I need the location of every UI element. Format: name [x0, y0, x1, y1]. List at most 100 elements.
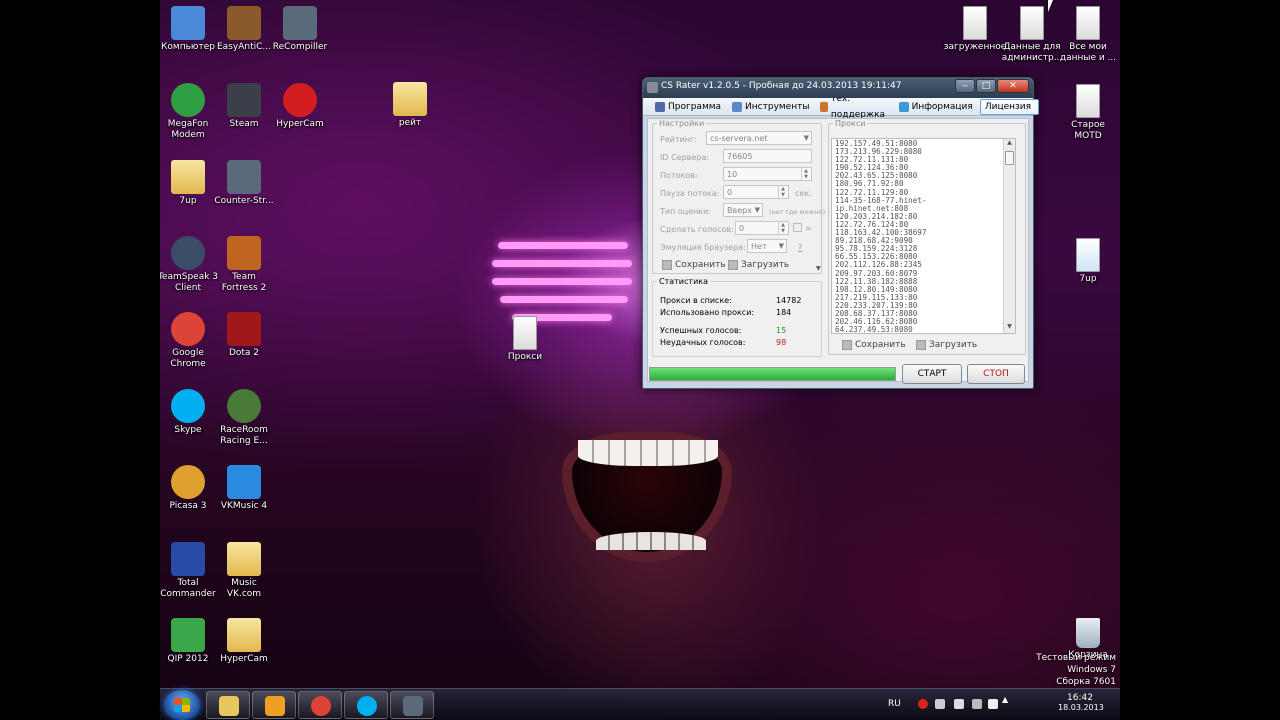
collapse-arrow-icon[interactable]: ▼ [816, 265, 821, 272]
taskbar-skype[interactable] [344, 691, 388, 719]
stat-success-value: 15 [776, 326, 787, 335]
network-icon[interactable] [954, 699, 964, 709]
media-player-icon [265, 696, 285, 716]
qip-icon [171, 618, 205, 652]
desktop-icon-counter-strike-7[interactable]: Counter-Str... [212, 160, 276, 207]
desktop-icon-counter-strike-2[interactable]: ReCompiller [268, 6, 332, 53]
document-icon [963, 6, 987, 40]
steam-icon [227, 83, 261, 117]
proxy-list-item[interactable]: 64.237.49.53:8080 [835, 326, 1012, 333]
clock[interactable]: 16:42 18.03.2013 [1058, 693, 1104, 712]
wallpaper-teeth-top [578, 440, 718, 466]
desktop-icon-vkmusic-15[interactable]: VKMusic 4 [212, 465, 276, 512]
desktop-icon-folder-17[interactable]: Music VK.com [212, 542, 276, 600]
pause-label: Пауза потока: [660, 189, 720, 198]
close-button[interactable]: ✕ [997, 79, 1029, 93]
window-titlebar[interactable]: CS Rater v1.2.0.5 - Пробная до 24.03.201… [643, 78, 1033, 98]
proxy-load-button[interactable]: Загрузить [916, 340, 977, 350]
settings-load-button[interactable]: Загрузить [728, 260, 789, 270]
desktop-icon-old-motd[interactable]: Старое MOTD [1056, 84, 1120, 142]
desktop-icon-hypercam-5[interactable]: HyperCam [268, 83, 332, 130]
taskbar-counter-strike[interactable] [390, 691, 434, 719]
threads-stepper[interactable]: 10 ▲ ▼ [723, 167, 812, 181]
emulation-select[interactable]: Нет ▼ [747, 239, 787, 253]
desktop-icon-7up-file[interactable]: 7up [1056, 238, 1120, 285]
emulation-help-link[interactable]: ? [798, 243, 802, 252]
desktop-icon-tf2-9[interactable]: Team Fortress 2 [212, 236, 276, 294]
volume-icon[interactable] [988, 699, 998, 709]
infinite-votes-checkbox[interactable] [793, 223, 802, 232]
desktop-icon-teamspeak-8[interactable]: TeamSpeak 3 Client [160, 236, 220, 294]
desktop-icon-qip-18[interactable]: QIP 2012 [160, 618, 220, 665]
start-button[interactable]: СТАРТ [902, 364, 962, 384]
menu-support[interactable]: Тех. поддержка [816, 94, 894, 120]
taskbar-explorer[interactable] [206, 691, 250, 719]
desktop-icon-dota2-11[interactable]: Dota 2 [212, 312, 276, 359]
chrome-icon [171, 312, 205, 346]
program-icon [655, 101, 665, 112]
support-icon [820, 101, 828, 112]
rating-type-select[interactable]: Вверх ▼ [723, 203, 763, 217]
menu-program[interactable]: Программа [651, 99, 728, 115]
desktop-icon-steam-4[interactable]: Steam [212, 83, 276, 130]
emulation-label: Эмуляция браузера: [660, 243, 746, 252]
settings-save-button[interactable]: Сохранить [662, 260, 726, 270]
stat-in-list-value: 14782 [776, 296, 802, 305]
minimize-button[interactable]: ‒ [955, 79, 975, 93]
counter-strike-icon [283, 6, 317, 40]
desktop-icon-skype-12[interactable]: Skype [160, 389, 220, 436]
desktop-icon-folder-19[interactable]: HyperCam [212, 618, 276, 665]
spinner-icon[interactable]: ▲ ▼ [778, 186, 787, 198]
proxy-save-button[interactable]: Сохранить [842, 340, 906, 350]
spinner-icon[interactable]: ▲ ▼ [778, 222, 787, 234]
proxy-scrollbar[interactable]: ▲ ▼ [1003, 139, 1015, 333]
desktop-icon-downloaded[interactable]: загруженное [942, 6, 1008, 53]
menu-license[interactable]: Лицензия [979, 98, 1040, 115]
pause-stepper[interactable]: 0 ▲ ▼ [723, 185, 789, 199]
windows-logo-icon [174, 698, 190, 712]
desktop-icon-teddy-bear-1[interactable]: EasyAntiC... [212, 6, 276, 53]
desktop-icon-admin-data[interactable]: Данные для администр... [1000, 6, 1064, 64]
show-hidden-icons-icon[interactable]: ▲ [1002, 695, 1008, 704]
tray-icon[interactable] [935, 699, 945, 709]
scroll-thumb[interactable] [1005, 151, 1014, 165]
votes-stepper[interactable]: 0 ▲ ▼ [735, 221, 789, 235]
folder-icon [171, 160, 205, 194]
spinner-icon[interactable]: ▲ ▼ [801, 168, 810, 180]
server-id-input[interactable]: 76605 [723, 149, 812, 163]
menu-info[interactable]: Информация [895, 99, 980, 115]
rating-type-hint: (нет где можно) [769, 208, 826, 216]
wallpaper-teeth-bottom [596, 532, 706, 550]
taskbar-chrome[interactable] [298, 691, 342, 719]
folder-icon [227, 618, 261, 652]
desktop-icon-all-data[interactable]: Все мои данные и ... [1056, 6, 1120, 64]
language-indicator[interactable]: RU [888, 699, 901, 709]
stop-button[interactable]: СТОП [967, 364, 1025, 384]
desktop-icon-megafon-3[interactable]: MegaFon Modem [160, 83, 220, 141]
desktop-icon-reit[interactable]: рейт [378, 82, 442, 129]
taskbar-media-player[interactable] [252, 691, 296, 719]
desktop-icon-chrome-10[interactable]: Google Chrome [160, 312, 220, 370]
desktop-icon-picasa-14[interactable]: Picasa 3 [160, 465, 220, 512]
rating-label: Рейтинг: [660, 135, 697, 144]
maximize-button[interactable]: □ [976, 79, 996, 93]
desktop-icon-floppy-16[interactable]: Total Commander [160, 542, 220, 600]
start-button[interactable] [164, 690, 200, 720]
desktop-icon-raceroom-13[interactable]: RaceRoom Racing E... [212, 389, 276, 447]
scroll-up-icon[interactable]: ▲ [1004, 139, 1015, 149]
rating-select[interactable]: cs-servera.net ▼ [706, 131, 812, 145]
desktop-icon-proxy[interactable]: Прокси [493, 316, 557, 363]
desktop-icon-folder-6[interactable]: 7up [160, 160, 220, 207]
hypercam-tray-icon[interactable] [918, 699, 928, 709]
progress-fill [650, 368, 895, 380]
server-id-label: ID Сервера: [660, 153, 709, 162]
main-panel: Настройки Рейтинг: cs-servera.net ▼ ID Се… [647, 118, 1029, 382]
document-icon [1020, 6, 1044, 40]
proxy-list[interactable]: 192.157.49.51:8080 173.213.96.229:8080 122… [831, 138, 1016, 334]
stat-in-list-label: Прокси в списке: [660, 296, 732, 305]
desktop-icon-computer-0[interactable]: Компьютер [160, 6, 220, 53]
action-center-icon[interactable] [972, 699, 982, 709]
menu-tools[interactable]: Инструменты [728, 99, 816, 115]
cs-rater-window[interactable]: CS Rater v1.2.0.5 - Пробная до 24.03.201… [642, 77, 1040, 389]
scroll-down-icon[interactable]: ▼ [1004, 323, 1015, 333]
